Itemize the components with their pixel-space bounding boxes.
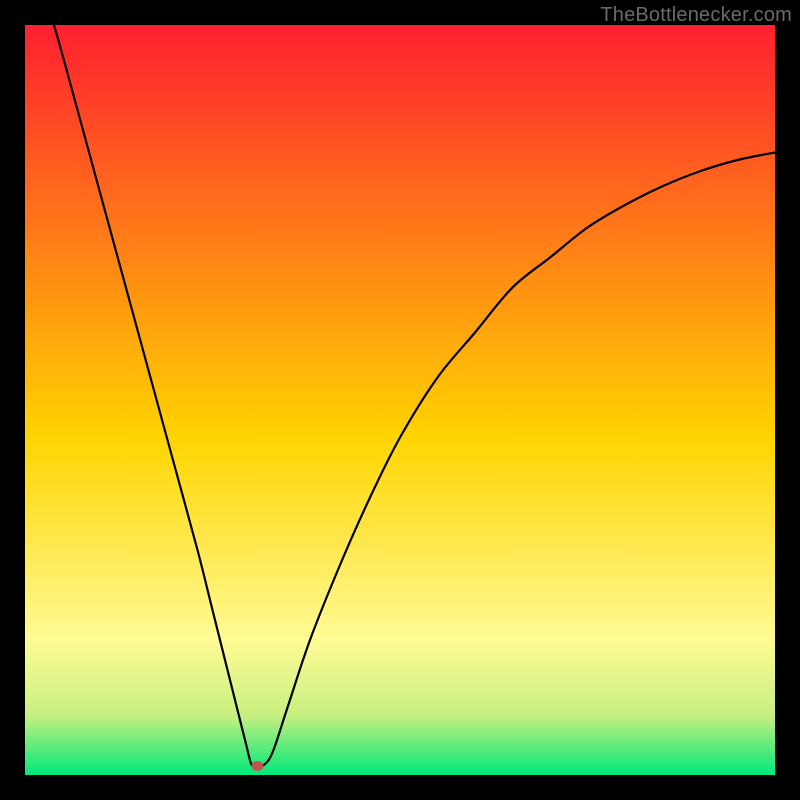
plot-area bbox=[25, 25, 775, 775]
chart-frame: TheBottlenecker.com bbox=[0, 0, 800, 800]
chart-svg bbox=[25, 25, 775, 775]
gradient-background bbox=[25, 25, 775, 775]
optimum-marker bbox=[252, 761, 264, 771]
watermark-text: TheBottlenecker.com bbox=[600, 4, 792, 27]
